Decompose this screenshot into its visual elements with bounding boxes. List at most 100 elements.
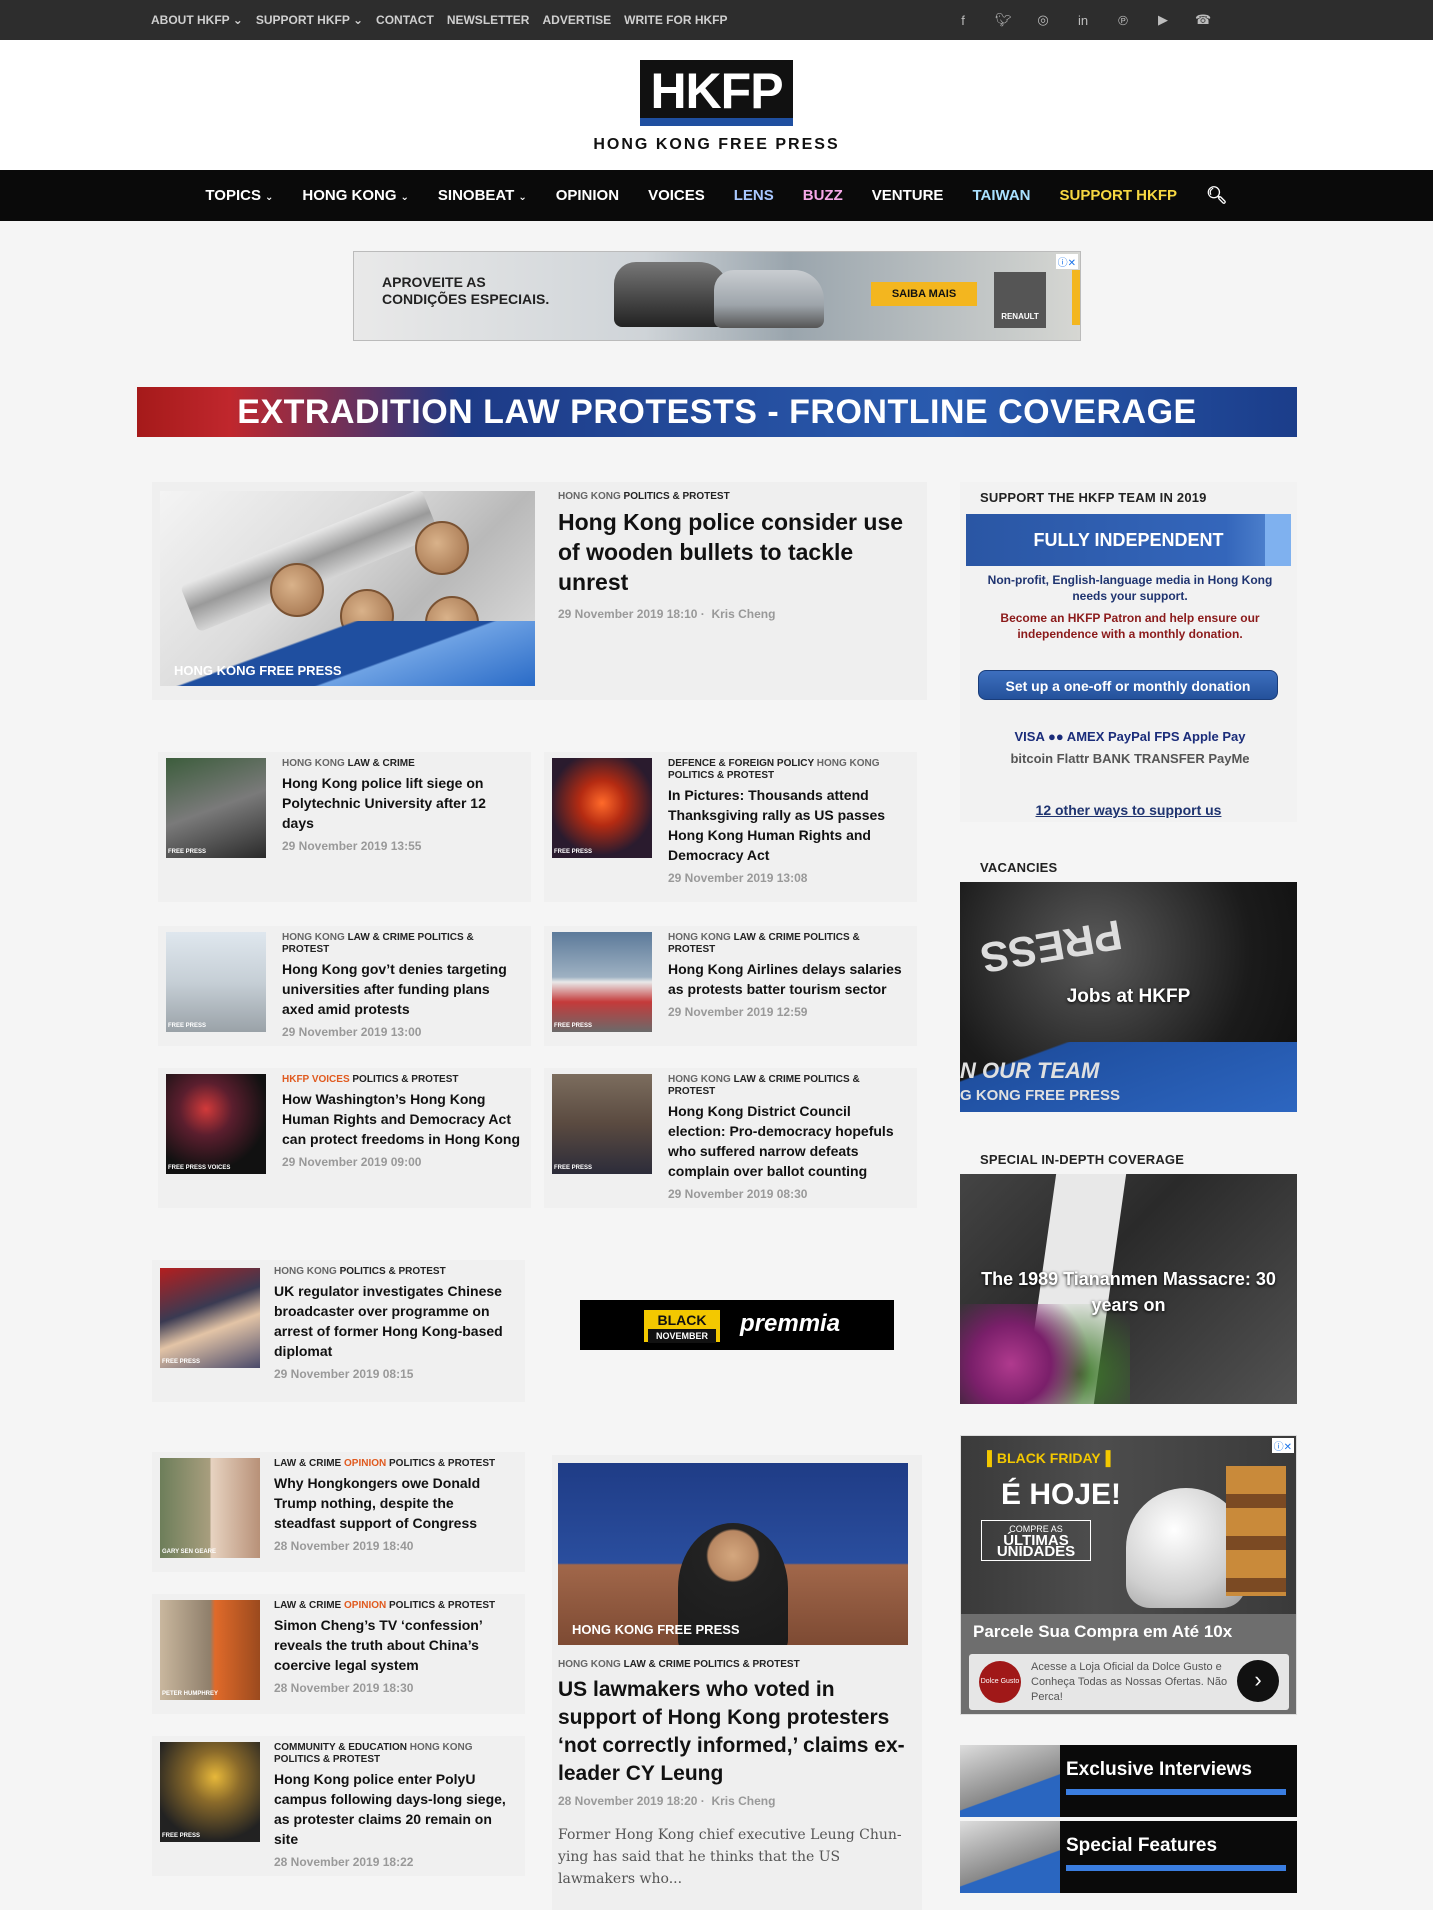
linkedin-icon[interactable]: in (1075, 13, 1091, 28)
article-thumbnail[interactable]: FREE PRESS VOICES (166, 1074, 266, 1174)
nav-item-taiwan[interactable]: TAIWAN (972, 187, 1030, 204)
article-title[interactable]: Why Hongkongers owe Donald Trump nothing… (274, 1473, 514, 1533)
list-item[interactable]: FREE PRESS HONG KONG LAW & CRIME POLITIC… (544, 926, 917, 1046)
article-thumbnail[interactable]: FREE PRESS (166, 932, 266, 1032)
nav-item-lens[interactable]: LENS (734, 187, 774, 204)
article-title[interactable]: Hong Kong Airlines delays salaries as pr… (668, 959, 908, 999)
article-title[interactable]: Hong Kong police enter PolyU campus foll… (274, 1769, 514, 1849)
secondary-feature-article[interactable]: HONG KONG FREE PRESS HONG KONG LAW & CRI… (552, 1455, 922, 1910)
top-link-contact[interactable]: CONTACT (376, 13, 434, 27)
list-item[interactable]: FREE PRESS VOICES HKFP VOICES POLITICS &… (158, 1068, 531, 1208)
article-thumbnail[interactable]: FREE PRESS (552, 1074, 652, 1174)
article-body: LAW & CRIME OPINION POLITICS & PROTEST S… (274, 1600, 514, 1695)
ad-store-text: Acesse a Loja Oficial da Dolce Gusto e C… (1031, 1661, 1228, 1703)
search-icon[interactable]: 🔍︎ (1206, 186, 1228, 206)
list-item[interactable]: FREE PRESS HONG KONG LAW & CRIME Hong Ko… (158, 752, 531, 902)
secondary-feature-title[interactable]: US lawmakers who voted in support of Hon… (558, 1676, 908, 1788)
featured-article[interactable]: HONG KONG FREE PRESS HONG KONG POLITICS … (152, 482, 927, 700)
article-thumbnail[interactable]: GARY SEN GEARE (160, 1458, 260, 1558)
article-thumbnail[interactable]: FREE PRESS (552, 932, 652, 1032)
wooden-bullet (270, 563, 324, 617)
article-thumbnail[interactable]: FREE PRESS (160, 1268, 260, 1368)
nav-item-voices[interactable]: VOICES (648, 187, 705, 204)
phone-icon[interactable]: ☎ (1195, 12, 1211, 28)
top-advertisement[interactable]: APROVEITE AS CONDIÇÕES ESPECIAIS. SAIBA … (353, 251, 1081, 341)
secondary-feature-image[interactable]: HONG KONG FREE PRESS (558, 1463, 908, 1645)
dolce-gusto-advertisement[interactable]: ▌BLACK FRIDAY▐ É HOJE! COMPRE AS ÚLTIMAS … (960, 1435, 1297, 1715)
list-item[interactable]: FREE PRESS HONG KONG LAW & CRIME POLITIC… (544, 1068, 917, 1208)
other-ways-link[interactable]: 12 other ways to support us (960, 802, 1297, 818)
list-item[interactable]: FREE PRESS HONG KONG POLITICS & PROTEST … (152, 1260, 525, 1402)
author-link[interactable]: Kris Cheng (711, 1794, 775, 1808)
fully-independent-banner[interactable]: FULLY INDEPENDENT (966, 514, 1291, 566)
top-link-write[interactable]: WRITE FOR HKFP (624, 13, 727, 27)
list-item[interactable]: GARY SEN GEARE LAW & CRIME OPINION POLIT… (152, 1452, 525, 1572)
top-link-advertise[interactable]: ADVERTISE (542, 13, 611, 27)
pinterest-icon[interactable]: ℗ (1115, 13, 1131, 28)
nav-item-topics[interactable]: TOPICS ⌄ (205, 187, 273, 204)
facebook-icon[interactable]: f (955, 13, 971, 28)
ad-choices-icon[interactable]: ⓘ✕ (1055, 254, 1078, 269)
extradition-banner[interactable]: EXTRADITION LAW PROTESTS - FRONTLINE COV… (137, 387, 1297, 437)
support-text-patron: Become an HKFP Patron and help ensure ou… (1000, 611, 1260, 641)
hkfp-logo[interactable]: HKFP (640, 60, 793, 126)
youtube-icon[interactable]: ▶ (1155, 12, 1171, 28)
list-item[interactable]: FREE PRESS HONG KONG LAW & CRIME POLITIC… (158, 926, 531, 1046)
top-link-support[interactable]: SUPPORT HKFP ⌄ (256, 13, 363, 27)
featured-body: HONG KONG POLITICS & PROTEST Hong Kong p… (558, 491, 908, 621)
article-thumbnail[interactable]: PETER HUMPHREY (160, 1600, 260, 1700)
ad-choices-icon[interactable]: ⓘ✕ (1271, 1438, 1294, 1453)
donate-button[interactable]: Set up a one-off or monthly donation (978, 670, 1278, 700)
support-text-nonprofit: Non-profit, English-language media in Ho… (987, 573, 1273, 603)
ad-text: APROVEITE AS CONDIÇÕES ESPECIAIS. (382, 274, 550, 307)
nav-item-support[interactable]: SUPPORT HKFP (1060, 187, 1178, 204)
ad-offer-title: Parcele Sua Compra em Até 10x (973, 1622, 1233, 1641)
article-title[interactable]: In Pictures: Thousands attend Thanksgivi… (668, 785, 908, 865)
list-item[interactable]: FREE PRESS DEFENCE & FOREIGN POLICY HONG… (544, 752, 917, 902)
nav-item-venture[interactable]: VENTURE (872, 187, 944, 204)
article-title[interactable]: Hong Kong District Council election: Pro… (668, 1101, 908, 1181)
car-image (714, 270, 824, 328)
ad-offer: Parcele Sua Compra em Até 10x Dolce Gust… (961, 1614, 1296, 1714)
article-title[interactable]: UK regulator investigates Chinese broadc… (274, 1281, 514, 1361)
black-november-advertisement[interactable]: BLACK NOVEMBER premmia (580, 1300, 894, 1350)
instagram-icon[interactable]: ◎ (1035, 12, 1051, 28)
article-thumbnail[interactable]: FREE PRESS (160, 1742, 260, 1842)
list-item[interactable]: PETER HUMPHREY LAW & CRIME OPINION POLIT… (152, 1594, 525, 1714)
article-date: 29 November 2019 13:08 (668, 871, 808, 885)
black-friday-label: ▌BLACK FRIDAY▐ (987, 1450, 1111, 1466)
nav-item-opinion[interactable]: OPINION (556, 187, 619, 204)
nav-item-sinobeat[interactable]: SINOBEAT ⌄ (438, 187, 527, 204)
featured-title[interactable]: Hong Kong police consider use of wooden … (558, 507, 908, 597)
article-thumbnail[interactable]: FREE PRESS (166, 758, 266, 858)
article-thumbnail[interactable]: FREE PRESS (552, 758, 652, 858)
article-title[interactable]: Simon Cheng’s TV ‘confession’ reveals th… (274, 1615, 514, 1675)
featured-image[interactable]: HONG KONG FREE PRESS (160, 491, 535, 686)
exclusive-interviews-link[interactable]: Exclusive Interviews (960, 1745, 1297, 1817)
top-link-about[interactable]: ABOUT HKFP ⌄ (151, 13, 243, 27)
jobs-overlay-text: N OUR TEAM (960, 1058, 1100, 1083)
ad-saiba-mais-button[interactable]: SAIBA MAIS (871, 282, 977, 306)
top-link-newsletter[interactable]: NEWSLETTER (447, 13, 530, 27)
renault-logo: RENAULT (994, 272, 1046, 328)
nav-item-hong-kong[interactable]: HONG KONG ⌄ (302, 187, 409, 204)
twitter-icon[interactable]: 🐦︎ (995, 12, 1012, 28)
list-item[interactable]: FREE PRESS COMMUNITY & EDUCATION HONG KO… (152, 1736, 525, 1876)
article-title[interactable]: Hong Kong gov’t denies targeting univers… (282, 959, 517, 1019)
nav-item-buzz[interactable]: BUZZ (803, 187, 843, 204)
special-features-link[interactable]: Special Features (960, 1821, 1297, 1893)
tiananmen-widget[interactable]: The 1989 Tiananmen Massacre: 30 years on (960, 1174, 1297, 1404)
car-image (614, 262, 729, 327)
article-date: 28 November 2019 18:40 (274, 1539, 414, 1553)
article-categories: COMMUNITY & EDUCATION HONG KONG POLITICS… (274, 1742, 473, 1765)
article-title[interactable]: How Washington’s Hong Kong Human Rights … (282, 1089, 522, 1149)
article-body: COMMUNITY & EDUCATION HONG KONG POLITICS… (274, 1742, 514, 1869)
payment-logos-row: bitcoin Flattr BANK TRANSFER PayMe (1010, 751, 1250, 766)
jobs-widget[interactable]: PRESS Jobs at HKFP N OUR TEAM G KONG FRE… (960, 882, 1297, 1112)
author-link[interactable]: Kris Cheng (711, 607, 775, 621)
chevron-right-icon[interactable]: › (1237, 1660, 1279, 1702)
article-categories: DEFENCE & FOREIGN POLICY HONG KONG POLIT… (668, 758, 880, 781)
ad-store-card[interactable]: Dolce Gusto Acesse a Loja Oficial da Dol… (969, 1654, 1289, 1710)
article-title[interactable]: Hong Kong police lift siege on Polytechn… (282, 773, 512, 833)
chevron-down-icon: ⌄ (264, 192, 274, 203)
